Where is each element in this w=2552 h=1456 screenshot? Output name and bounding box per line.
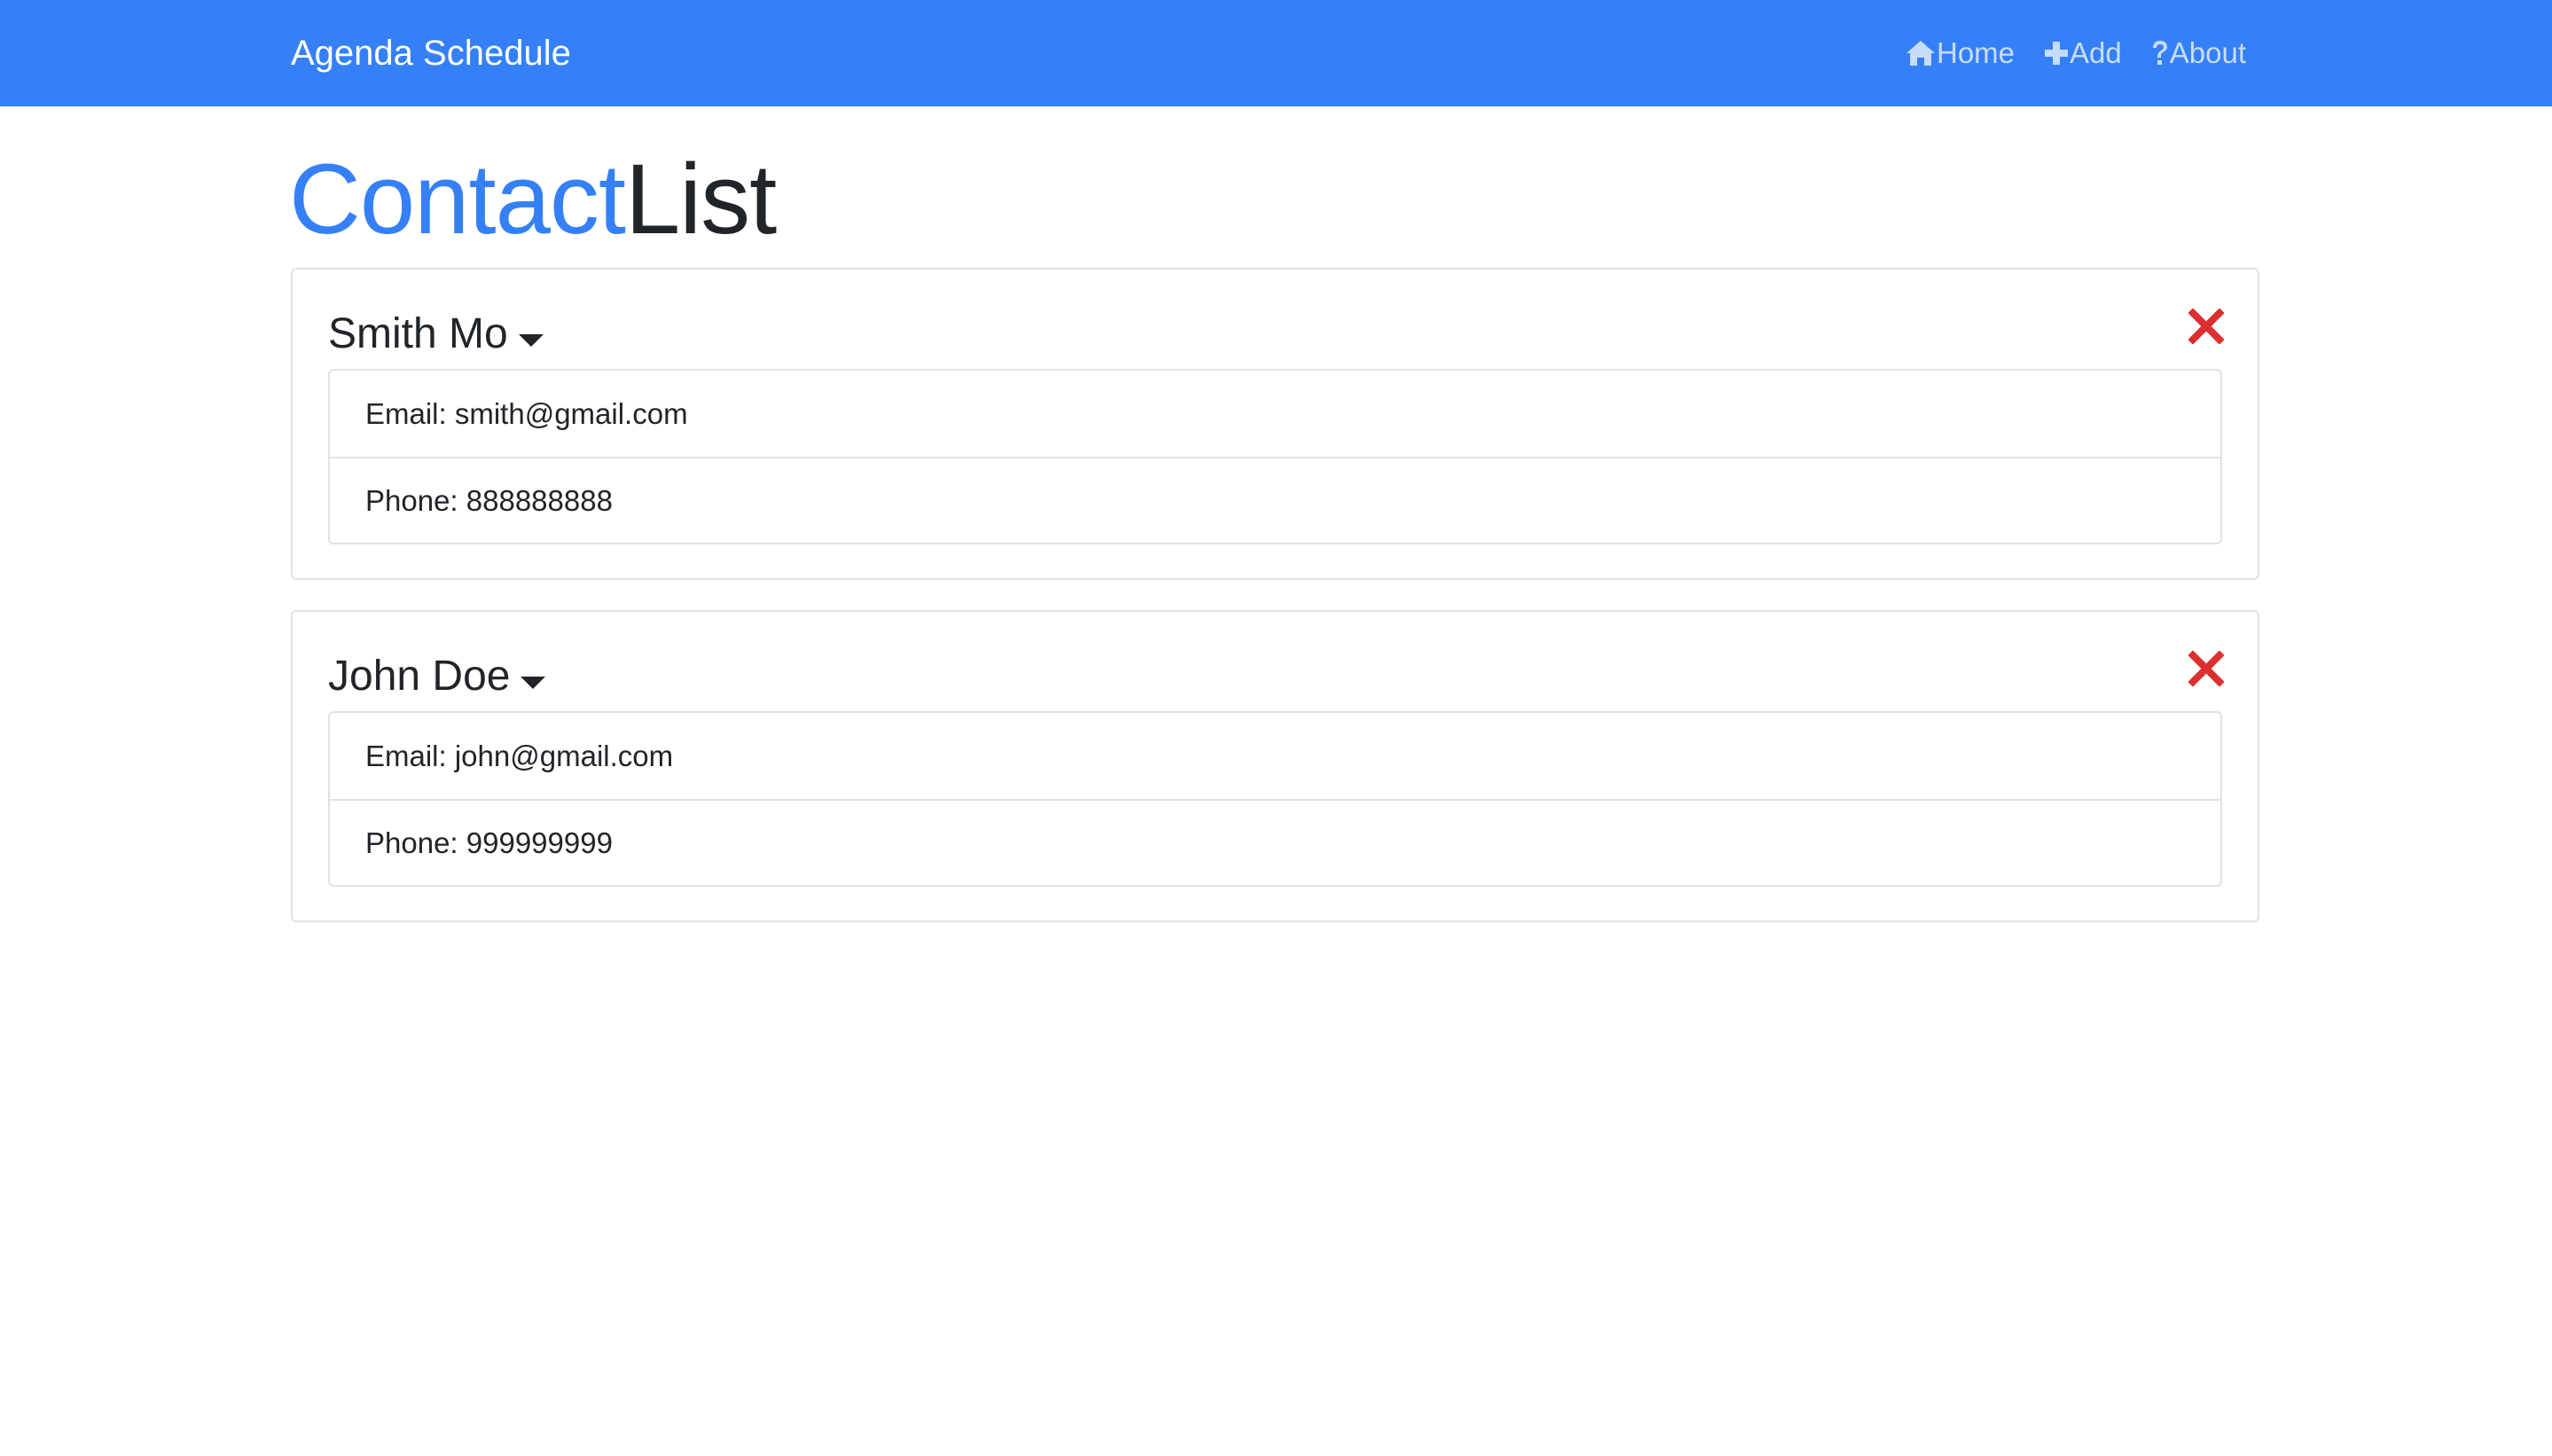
- navbar: Agenda Schedule Home Add About: [0, 0, 2552, 106]
- contact-toggle[interactable]: Smith Mo: [328, 309, 544, 360]
- home-icon: [1905, 39, 1937, 67]
- nav-add-link[interactable]: Add: [2043, 32, 2122, 74]
- delete-contact-button[interactable]: [2188, 650, 2225, 687]
- nav-home-link[interactable]: Home: [1905, 32, 2015, 74]
- close-icon: [2188, 650, 2225, 690]
- contact-card: Smith Mo Email: smith@gmail.com Phone: 8…: [291, 268, 2259, 580]
- plus-icon: [2043, 40, 2070, 67]
- contact-email: Email: john@gmail.com: [365, 739, 674, 772]
- page-title-list: List: [624, 144, 777, 254]
- nav-home-label: Home: [1937, 36, 2016, 69]
- caret-down-icon: [521, 664, 546, 689]
- contact-details: Email: smith@gmail.com Phone: 888888888: [328, 369, 2222, 544]
- contact-details: Email: john@gmail.com Phone: 999999999: [328, 711, 2222, 887]
- contact-card: John Doe Email: john@gmail.com Phone: 99…: [291, 610, 2259, 922]
- contact-phone: Phone: 888888888: [330, 457, 2220, 543]
- nav-links: Home Add About: [1905, 32, 2246, 74]
- contact-name: Smith Mo: [328, 310, 508, 357]
- contact-phone: Phone: 999999999: [330, 799, 2220, 885]
- nav-about-link[interactable]: About: [2150, 32, 2246, 74]
- delete-contact-button[interactable]: [2188, 308, 2225, 345]
- page-title-contact: Contact: [289, 144, 626, 254]
- question-icon: [2150, 39, 2170, 67]
- contact-name: John Doe: [328, 653, 511, 700]
- contact-email: Email: smith@gmail.com: [365, 396, 688, 430]
- caret-down-icon: [518, 322, 544, 347]
- brand-link[interactable]: Agenda Schedule: [291, 32, 571, 74]
- contact-toggle[interactable]: John Doe: [328, 651, 546, 702]
- nav-add-label: Add: [2070, 36, 2122, 69]
- nav-about-label: About: [2169, 36, 2246, 69]
- page-title: ContactList: [289, 142, 777, 257]
- close-icon: [2188, 308, 2225, 348]
